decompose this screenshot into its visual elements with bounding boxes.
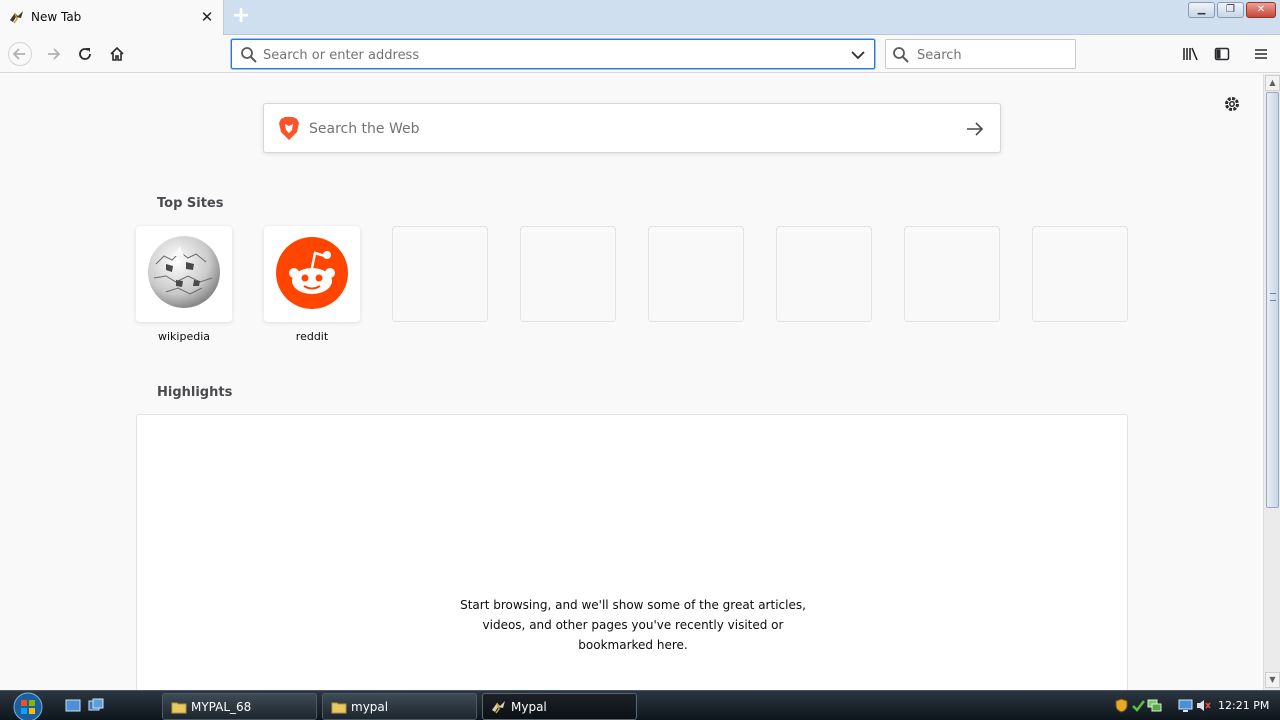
- show-desktop-icon[interactable]: [65, 698, 81, 713]
- taskbar-button-label: MYPAL_68: [191, 700, 252, 714]
- new-tab-page: Top Sites wikipedia: [0, 74, 1263, 690]
- taskbar-button-folder[interactable]: mypal: [322, 693, 477, 720]
- close-tab-icon[interactable]: ✕: [199, 9, 215, 25]
- check-shield-icon[interactable]: [1131, 698, 1146, 713]
- top-site-tile-empty[interactable]: [904, 226, 1000, 322]
- home-button[interactable]: [106, 43, 128, 65]
- network-icon[interactable]: [1147, 698, 1162, 713]
- wikipedia-globe-icon: [148, 236, 220, 308]
- library-button[interactable]: [1180, 43, 1202, 65]
- highlights-heading: Highlights: [157, 385, 233, 400]
- hamburger-menu-icon: [1255, 49, 1267, 59]
- search-input[interactable]: [917, 45, 1067, 65]
- reload-icon: [79, 48, 91, 60]
- taskbar-clock[interactable]: 12:21 PM: [1218, 699, 1269, 712]
- web-search-input[interactable]: [309, 117, 949, 141]
- new-tab-button[interactable]: +: [229, 5, 253, 29]
- address-input[interactable]: [263, 45, 843, 65]
- library-icon: [1183, 47, 1198, 61]
- start-orb-icon[interactable]: [8, 692, 48, 720]
- chevron-down-icon[interactable]: [849, 46, 867, 64]
- top-site-tile-empty[interactable]: [520, 226, 616, 322]
- arrow-right-icon[interactable]: [964, 118, 986, 140]
- security-shield-icon[interactable]: [1114, 698, 1129, 713]
- arrow-left-icon: [12, 48, 25, 60]
- highlights-empty-line: bookmarked here.: [578, 638, 688, 652]
- top-site-tile-wikipedia[interactable]: [136, 226, 232, 322]
- system-tray: 12:21 PM: [1110, 693, 1280, 719]
- top-site-label: reddit: [295, 330, 329, 343]
- tab-title: New Tab: [31, 10, 82, 24]
- window-controls: ▁ ❐ ✕: [1188, 2, 1276, 18]
- back-button[interactable]: [8, 42, 32, 66]
- web-search-box[interactable]: [263, 103, 1001, 153]
- menu-button[interactable]: [1250, 43, 1272, 65]
- display-icon[interactable]: [1178, 698, 1193, 713]
- vertical-scrollbar[interactable]: ▲ ▼: [1263, 74, 1280, 690]
- gear-icon[interactable]: [1222, 94, 1242, 114]
- top-site-tile-reddit[interactable]: [264, 226, 360, 322]
- reddit-alien-icon: [276, 237, 348, 309]
- top-site-tile-empty[interactable]: [392, 226, 488, 322]
- navigation-toolbar: [0, 35, 1280, 73]
- top-site-tile-empty[interactable]: [776, 226, 872, 322]
- windows-taskbar: MYPAL_68 mypal Mypal 12:21 PM: [0, 690, 1280, 720]
- scrollbar-grip: [1270, 293, 1276, 301]
- mypal-icon: [10, 11, 23, 24]
- tab-strip: New Tab ✕ + ▁ ❐ ✕: [0, 0, 1280, 35]
- volume-muted-icon[interactable]: [1196, 698, 1211, 713]
- switch-windows-icon[interactable]: [88, 698, 104, 713]
- taskbar-button-folder[interactable]: MYPAL_68: [162, 693, 317, 720]
- highlights-empty-line: Start browsing, and we'll show some of t…: [460, 598, 806, 612]
- folder-icon: [331, 702, 347, 714]
- sidebar-icon: [1214, 47, 1230, 61]
- taskbar-button-label: Mypal: [511, 700, 547, 714]
- tab-new-tab[interactable]: New Tab ✕: [0, 0, 224, 35]
- home-icon: [110, 46, 124, 61]
- highlights-panel: Start browsing, and we'll show some of t…: [136, 414, 1128, 690]
- scroll-down-arrow[interactable]: ▼: [1265, 672, 1280, 688]
- search-bar[interactable]: [885, 39, 1076, 69]
- arrow-right-icon: [48, 48, 61, 60]
- mypal-icon: [492, 701, 505, 714]
- search-icon: [241, 47, 257, 63]
- forward-button[interactable]: [42, 43, 64, 65]
- top-site-tile-empty[interactable]: [1032, 226, 1128, 322]
- highlights-empty-line: videos, and other pages you've recently …: [482, 618, 784, 632]
- top-site-label: wikipedia: [157, 330, 210, 343]
- restore-button[interactable]: ❐: [1217, 2, 1244, 18]
- scrollbar-thumb[interactable]: [1266, 92, 1279, 508]
- taskbar-button-label: mypal: [351, 700, 389, 714]
- sidebar-button[interactable]: [1211, 43, 1233, 65]
- highlights-empty-message: Start browsing, and we'll show some of t…: [137, 595, 1129, 655]
- close-window-button[interactable]: ✕: [1246, 2, 1276, 18]
- minimize-button[interactable]: ▁: [1188, 2, 1215, 18]
- folder-icon: [171, 702, 187, 714]
- brave-lion-icon: [279, 117, 299, 140]
- address-bar[interactable]: [231, 39, 875, 69]
- reload-button[interactable]: [74, 43, 96, 65]
- top-sites-heading: Top Sites: [157, 196, 224, 211]
- taskbar-button-mypal[interactable]: Mypal: [482, 693, 637, 720]
- search-icon: [893, 47, 909, 63]
- scroll-up-arrow[interactable]: ▲: [1265, 75, 1280, 91]
- top-site-tile-empty[interactable]: [648, 226, 744, 322]
